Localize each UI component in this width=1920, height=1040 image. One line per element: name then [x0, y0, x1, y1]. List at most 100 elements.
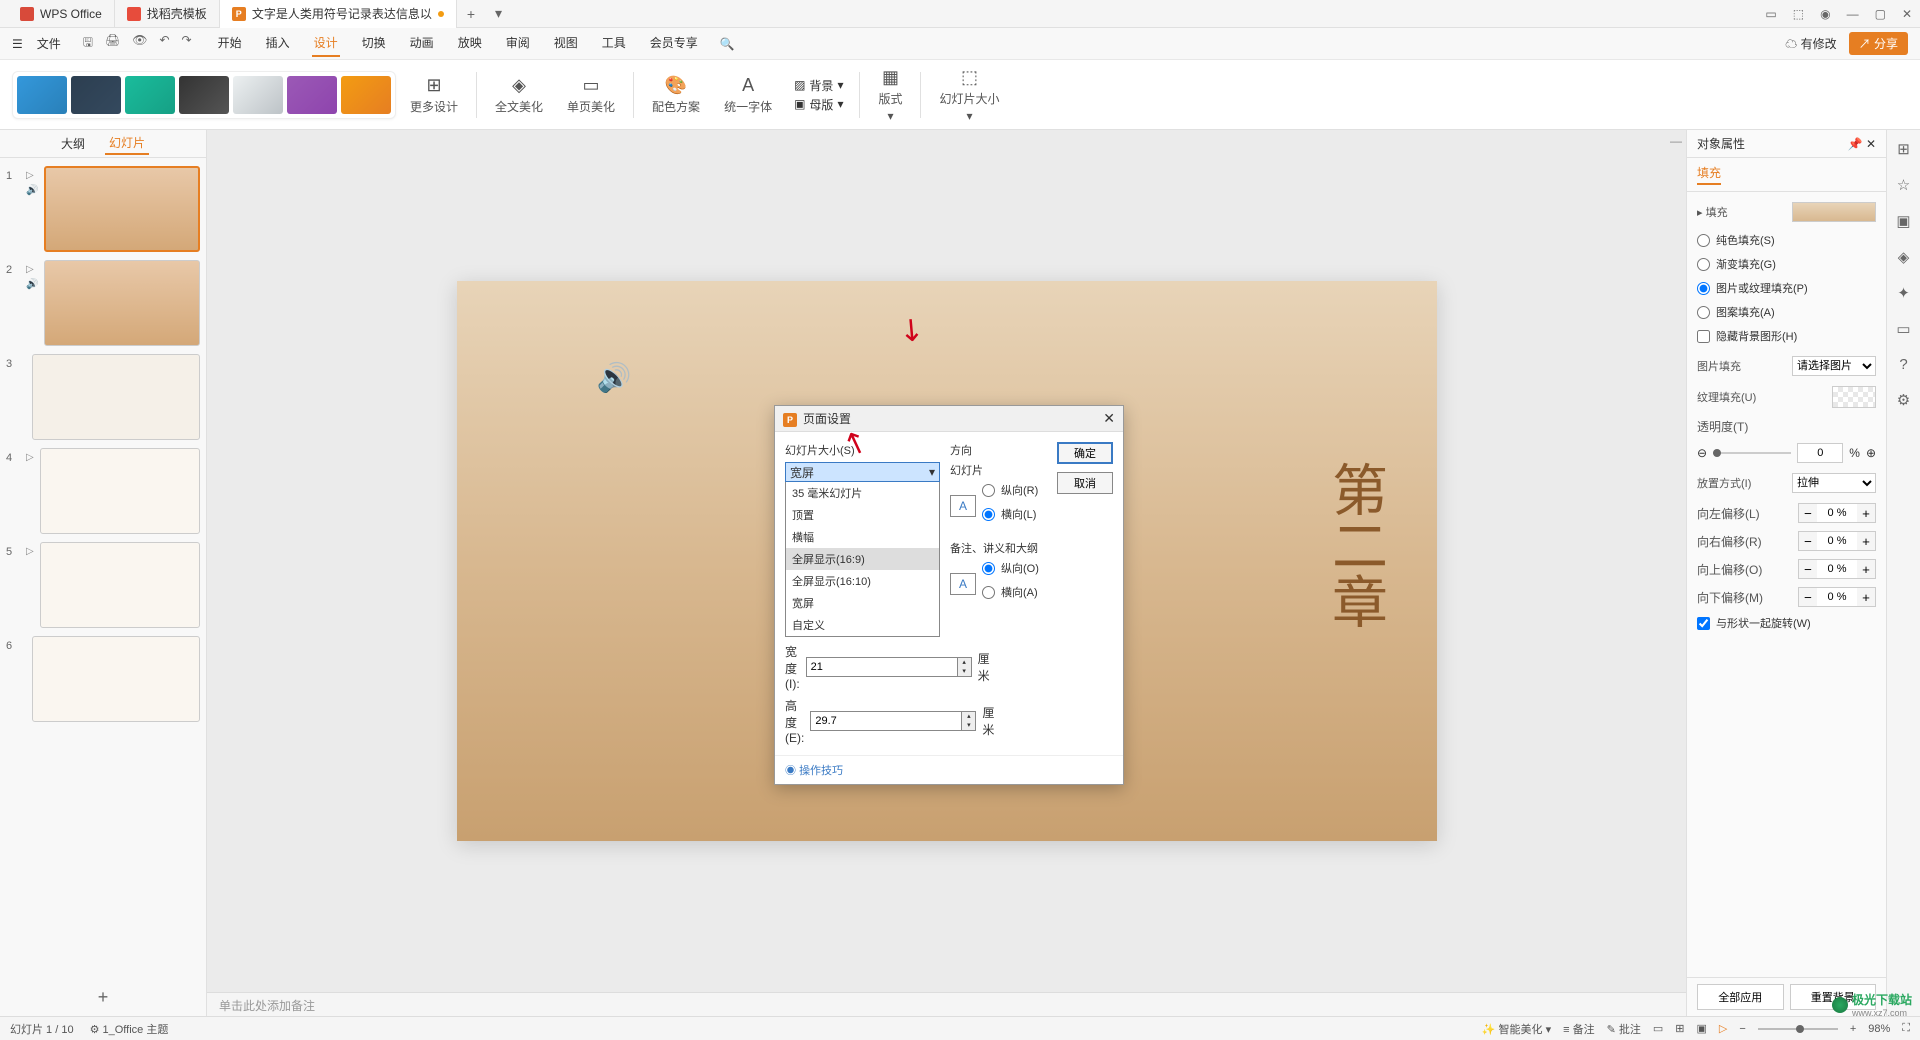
outline-tab[interactable]: 大纲 — [57, 133, 89, 154]
template-tab[interactable]: 找稻壳模板 — [115, 0, 220, 28]
template-4[interactable] — [179, 76, 229, 114]
dd-custom[interactable]: 自定义 — [786, 614, 939, 636]
view-normal-icon[interactable]: ▭ — [1653, 1022, 1663, 1035]
zoom-slider[interactable] — [1758, 1028, 1838, 1030]
print-icon[interactable]: 🖨 — [105, 33, 120, 54]
document-tab[interactable]: P文字是人类用符号记录表达信息以 — [220, 0, 457, 28]
tab-insert[interactable]: 插入 — [264, 30, 292, 57]
minimize-button[interactable]: — — [1847, 7, 1859, 21]
slide-size-button[interactable]: ⬚幻灯片大小 ▾ — [929, 63, 1009, 127]
tips-link[interactable]: ◉ 操作技巧 — [785, 765, 843, 777]
slide-thumb-6[interactable] — [32, 636, 200, 722]
cube-icon[interactable]: ⬚ — [1793, 7, 1804, 21]
view-slideshow-icon[interactable]: ▷ — [1719, 1022, 1727, 1035]
picture-fill-radio[interactable] — [1697, 282, 1710, 295]
width-input[interactable]: ▴▾ — [806, 657, 972, 677]
offset-top-stepper[interactable]: −+ — [1798, 559, 1876, 579]
side-adjust-icon[interactable]: ⚙ — [1897, 391, 1910, 409]
app-tab[interactable]: WPS Office — [8, 0, 115, 28]
unify-font-button[interactable]: A统一字体 — [714, 71, 782, 119]
side-settings-icon[interactable]: ⊞ — [1897, 140, 1910, 158]
notes-area[interactable]: 单击此处添加备注 — [207, 992, 1686, 1016]
tile-select[interactable]: 拉伸 — [1792, 473, 1876, 493]
speaker-icon[interactable]: 🔊 — [597, 361, 632, 394]
slide-thumb-3[interactable] — [32, 354, 200, 440]
tab-dropdown[interactable]: ▾ — [485, 5, 512, 22]
tab-tools[interactable]: 工具 — [600, 30, 628, 57]
search-icon[interactable]: 🔍 — [720, 37, 735, 51]
maximize-button[interactable]: ▢ — [1875, 7, 1886, 21]
dd-overhead[interactable]: 顶置 — [786, 504, 939, 526]
cancel-button[interactable]: 取消 — [1057, 472, 1113, 494]
template-7[interactable] — [341, 76, 391, 114]
transparency-slider[interactable] — [1713, 452, 1791, 454]
close-panel-button[interactable]: ✕ — [1866, 137, 1876, 151]
landscape-a-radio[interactable] — [982, 586, 995, 599]
texture-swatch[interactable] — [1832, 386, 1876, 408]
rotate-with-checkbox[interactable] — [1697, 617, 1710, 630]
pin-icon[interactable]: 📌 — [1848, 137, 1863, 151]
new-tab-button[interactable]: + — [457, 6, 485, 22]
slide-thumb-5[interactable] — [40, 542, 200, 628]
dd-16-9[interactable]: 全屏显示(16:9) — [786, 548, 939, 570]
avatar-icon[interactable]: ◉ — [1820, 7, 1830, 21]
dialog-close-button[interactable]: ✕ — [1103, 410, 1115, 427]
tab-animation[interactable]: 动画 — [408, 30, 436, 57]
tab-view[interactable]: 视图 — [552, 30, 580, 57]
fill-tab[interactable]: 填充 — [1697, 164, 1721, 185]
side-layers-icon[interactable]: ▣ — [1896, 212, 1910, 230]
comments-toggle[interactable]: ✎ 批注 — [1607, 1021, 1641, 1037]
slide-thumb-2[interactable] — [44, 260, 200, 346]
side-image-icon[interactable]: ▭ — [1896, 320, 1910, 338]
reader-icon[interactable]: ▭ — [1765, 7, 1776, 21]
slide-thumb-1[interactable] — [44, 166, 200, 252]
tab-review[interactable]: 审阅 — [504, 30, 532, 57]
template-5[interactable] — [233, 76, 283, 114]
dd-widescreen[interactable]: 宽屏 — [786, 592, 939, 614]
full-beautify-button[interactable]: ◈全文美化 — [485, 71, 553, 119]
pic-select[interactable]: 请选择图片 — [1792, 356, 1876, 376]
ok-button[interactable]: 确定 — [1057, 442, 1113, 464]
tab-member[interactable]: 会员专享 — [648, 30, 700, 57]
slide-thumb-4[interactable] — [40, 448, 200, 534]
more-design-button[interactable]: ⊞更多设计 — [400, 71, 468, 119]
redo-icon[interactable]: ↷ — [182, 33, 192, 54]
slide-size-dropdown[interactable]: 宽屏▾ — [785, 462, 940, 482]
template-3[interactable] — [125, 76, 175, 114]
smart-beautify-button[interactable]: ✨ 智能美化 ▾ — [1482, 1021, 1551, 1037]
offset-right-stepper[interactable]: −+ — [1798, 531, 1876, 551]
side-style-icon[interactable]: ◈ — [1898, 248, 1910, 266]
save-icon[interactable]: 🖫 — [83, 33, 93, 54]
template-gallery[interactable] — [12, 71, 396, 119]
zoom-level[interactable]: 98% — [1868, 1023, 1890, 1035]
zoom-out-button[interactable]: − — [1739, 1023, 1745, 1035]
side-help-icon[interactable]: ? — [1899, 356, 1907, 373]
tab-start[interactable]: 开始 — [216, 30, 244, 57]
notes-toggle[interactable]: ≡ 备注 — [1563, 1021, 1594, 1037]
view-sorter-icon[interactable]: ⊞ — [1675, 1022, 1684, 1035]
view-reading-icon[interactable]: ▣ — [1697, 1022, 1707, 1035]
portrait-r-radio[interactable] — [982, 484, 995, 497]
side-tools-icon[interactable]: ✦ — [1897, 284, 1910, 302]
transparency-value[interactable] — [1797, 443, 1843, 463]
template-1[interactable] — [17, 76, 67, 114]
solid-fill-radio[interactable] — [1697, 234, 1710, 247]
fill-preview-swatch[interactable] — [1792, 202, 1876, 222]
gradient-fill-radio[interactable] — [1697, 258, 1710, 271]
apply-all-button[interactable]: 全部应用 — [1697, 984, 1784, 1010]
template-2[interactable] — [71, 76, 121, 114]
dd-35mm[interactable]: 35 毫米幻灯片 — [786, 482, 939, 504]
tab-transition[interactable]: 切换 — [360, 30, 388, 57]
tab-slideshow[interactable]: 放映 — [456, 30, 484, 57]
master-button[interactable]: ▣母版 ▾ — [794, 96, 843, 113]
portrait-o-radio[interactable] — [982, 562, 995, 575]
single-beautify-button[interactable]: ▭单页美化 — [557, 71, 625, 119]
landscape-l-radio[interactable] — [982, 508, 995, 521]
add-slide-button[interactable]: + — [0, 979, 206, 1016]
pattern-fill-radio[interactable] — [1697, 306, 1710, 319]
zoom-in-button[interactable]: + — [1850, 1023, 1856, 1035]
collapse-ribbon-button[interactable]: — — [1670, 134, 1682, 148]
layout-button[interactable]: ▦版式 ▾ — [868, 63, 912, 127]
hamburger-icon[interactable]: ☰ — [12, 37, 23, 51]
dd-16-10[interactable]: 全屏显示(16:10) — [786, 570, 939, 592]
